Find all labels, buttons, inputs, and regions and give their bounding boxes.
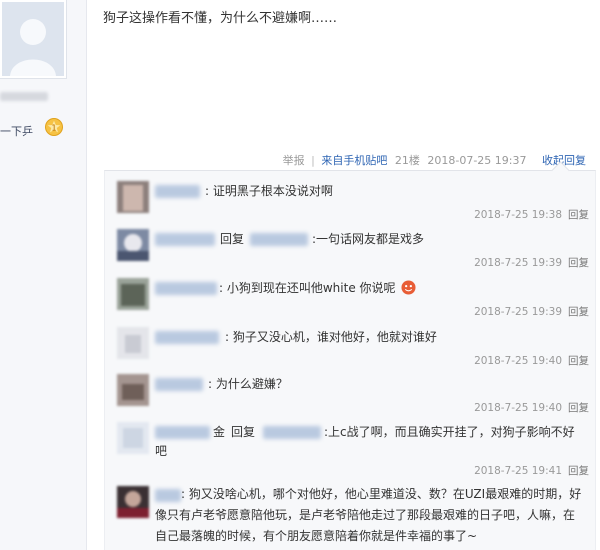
- reply-time: 2018-7-25 19:40: [474, 355, 562, 367]
- username-blur[interactable]: [0, 92, 48, 101]
- reply-button[interactable]: 回复: [568, 355, 589, 367]
- list-item: : 狗又没啥心机，哪个对他好，他心里难道没、数？在UZI最艰难的时期，好 像只有…: [105, 484, 595, 550]
- tieba-thread: 一下乒 1 狗子这操作看不懂，为什么不避嫌啊…… 举报 | 来自手机贴吧 21楼…: [0, 0, 600, 550]
- reply-time: 2018-7-25 19:39: [474, 257, 562, 269]
- avatar[interactable]: [117, 422, 149, 454]
- avatar[interactable]: [117, 374, 149, 406]
- reply-meta: 2018-7-25 19:40 回复: [474, 400, 589, 415]
- divider: |: [311, 154, 315, 167]
- reply-button[interactable]: 回复: [568, 402, 589, 414]
- username-blur[interactable]: [155, 331, 219, 344]
- reply-text-continued: 像只有卢老爷愿意陪他玩，是卢老爷陪他走过了那段最艰难的日子吧，人嘛，在: [155, 508, 576, 522]
- reply-text: : 狗又没啥心机，哪个对他好，他心里难道没、数？在UZI最艰难的时期，好: [181, 487, 582, 501]
- reply-meta: 2018-7-25 19:39 回复: [474, 304, 589, 319]
- list-item: 回复 :一句话网友都是戏多 2018-7-25 19:39 回复: [105, 229, 595, 273]
- reply-text: :上c战了啊，而且确实开挂了，对狗子影响不好: [324, 425, 575, 439]
- floor-number: 21楼: [394, 154, 420, 167]
- reply-button[interactable]: 回复: [568, 209, 589, 221]
- reply-text: : 狗子又没心机，谁对他好，他就对谁好: [225, 330, 437, 344]
- target-username-blur[interactable]: [263, 426, 321, 439]
- list-item: : 狗子又没心机，谁对他好，他就对谁好 2018-7-25 19:40 回复: [105, 327, 595, 371]
- user-sidebar: 一下乒 1: [0, 0, 87, 550]
- emoji-icon: [401, 280, 416, 295]
- source-link[interactable]: 来自手机贴吧: [321, 154, 387, 167]
- reply-time: 2018-7-25 19:39: [474, 306, 562, 318]
- reply-text: : 为什么避嫌？: [208, 377, 288, 391]
- level-label: 一下乒: [0, 125, 33, 138]
- reply-meta: 2018-7-25 19:38 回复: [474, 207, 589, 222]
- reply-word: 回复: [220, 232, 245, 246]
- list-item: : 证明黑子根本没说对啊 2018-7-25 19:38 回复: [105, 181, 595, 225]
- avatar[interactable]: [117, 181, 149, 213]
- reply-text-continued: 吧: [155, 444, 168, 458]
- avatar[interactable]: [0, 0, 66, 78]
- username-blur[interactable]: [155, 282, 217, 295]
- username-blur[interactable]: [155, 185, 200, 198]
- reply-list: : 证明黑子根本没说对啊 2018-7-25 19:38 回复 回复 :一句话网友…: [104, 170, 596, 550]
- reply-text-content: : 小狗到现在还叫他white 你说呢: [219, 281, 396, 295]
- reply-button[interactable]: 回复: [568, 465, 589, 477]
- reply-meta: 2018-7-25 19:40 回复: [474, 353, 589, 368]
- reply-button[interactable]: 回复: [568, 306, 589, 318]
- post-time: 2018-07-25 19:37: [427, 154, 527, 167]
- level-star-icon: 1: [45, 118, 63, 136]
- target-username-blur[interactable]: [250, 233, 308, 246]
- username-blur[interactable]: [155, 233, 215, 246]
- list-item: 金 回复 :上c战了啊，而且确实开挂了，对狗子影响不好 吧 2018-7-25 …: [105, 422, 595, 482]
- reply-text: : 证明黑子根本没说对啊: [205, 184, 333, 198]
- svg-text:1: 1: [51, 124, 56, 133]
- reply-time: 2018-7-25 19:38: [474, 209, 562, 221]
- username-suffix: 金: [213, 425, 226, 439]
- post-meta: 举报 | 来自手机贴吧 21楼 2018-07-25 19:37 收起回复: [283, 152, 586, 168]
- reply-meta: 2018-7-25 19:39 回复: [474, 255, 589, 270]
- reply-button[interactable]: 回复: [568, 257, 589, 269]
- post-content: 狗子这操作看不懂，为什么不避嫌啊……: [103, 11, 338, 26]
- reply-text: :一句话网友都是戏多: [312, 232, 425, 246]
- default-avatar-icon: [2, 2, 64, 76]
- list-item: : 小狗到现在还叫他white 你说呢 2018-7-25 19:39 回复: [105, 278, 595, 322]
- reply-text: : 小狗到现在还叫他white 你说呢: [219, 278, 416, 299]
- avatar[interactable]: [117, 278, 149, 310]
- reply-text-continued: 自己最落魄的时候，有个朋友愿意陪着你就是件幸福的事了~: [155, 529, 478, 543]
- reply-time: 2018-7-25 19:40: [474, 402, 562, 414]
- reply-word: 回复: [231, 425, 256, 439]
- reply-meta: 2018-7-25 19:41 回复: [474, 463, 589, 478]
- avatar[interactable]: [117, 486, 149, 518]
- avatar[interactable]: [117, 327, 149, 359]
- avatar[interactable]: [117, 229, 149, 261]
- reply-time: 2018-7-25 19:41: [474, 465, 562, 477]
- list-item: : 为什么避嫌？ 2018-7-25 19:40 回复: [105, 374, 595, 418]
- username-blur[interactable]: [155, 489, 181, 502]
- report-link[interactable]: 举报: [283, 154, 305, 167]
- username-blur[interactable]: [155, 378, 203, 391]
- username-blur[interactable]: [155, 426, 210, 439]
